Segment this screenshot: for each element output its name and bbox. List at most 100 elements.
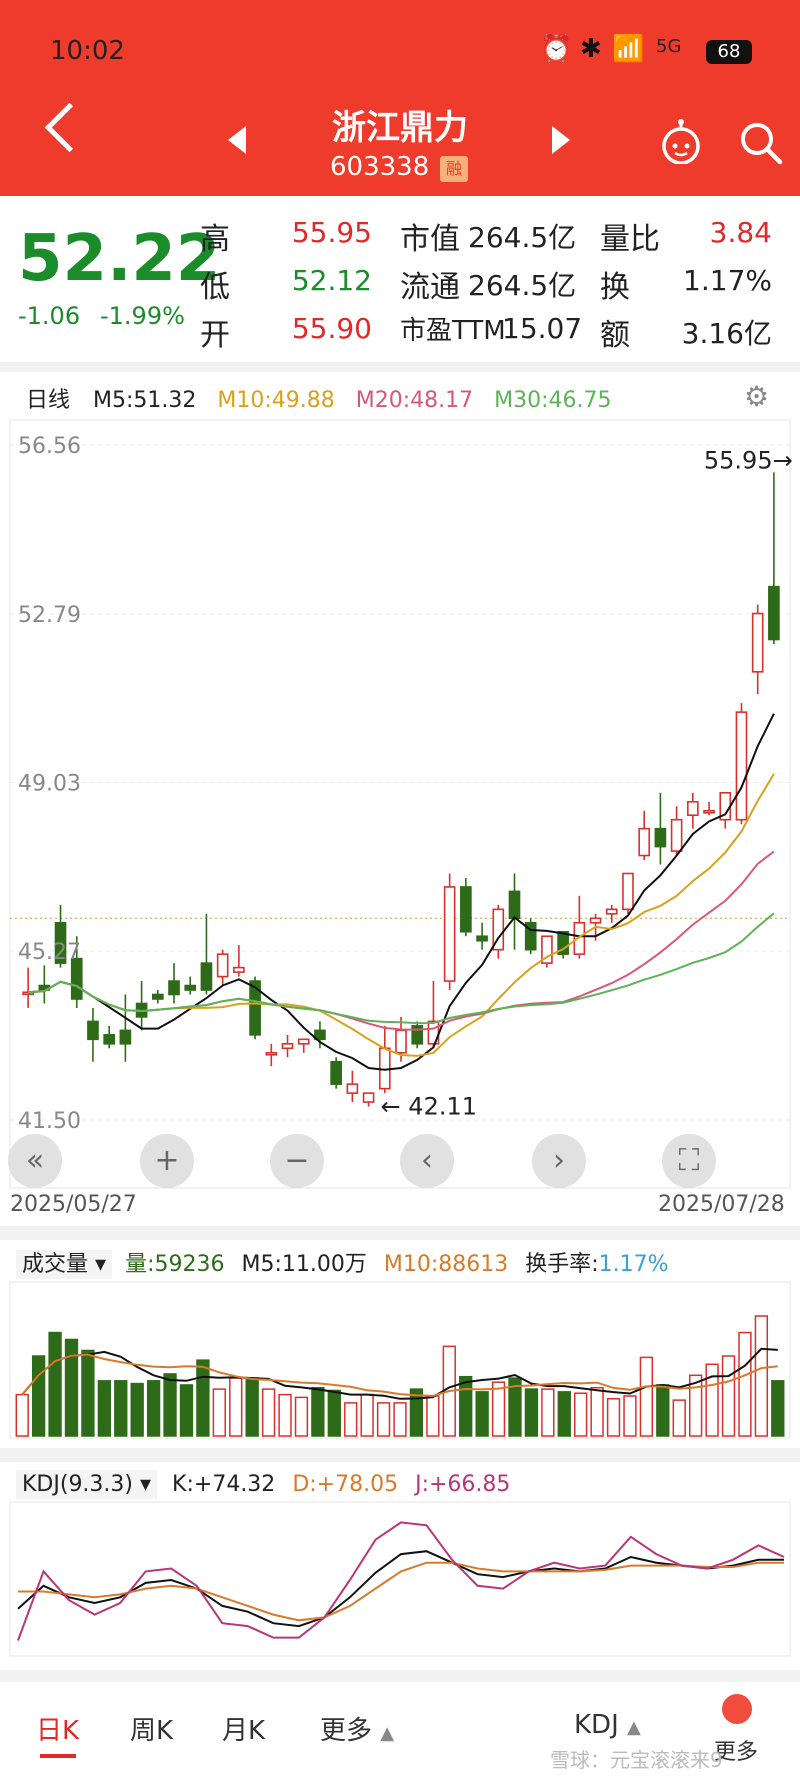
low-label: 低 [200,270,230,305]
stock-name: 浙江鼎力 [332,108,468,148]
divider [0,362,800,372]
candle-body [200,962,213,991]
tab-week-k[interactable]: 周K [130,1710,173,1747]
volume-bar [245,1377,259,1437]
candle-body [508,890,521,920]
search-icon[interactable] [738,120,784,170]
status-time: 10:02 [50,36,125,66]
kline-chart[interactable]: 56.56 52.79 49.03 45.27 41.50 55.95→ ← 42.11 [0,415,800,1190]
volume-bar [771,1380,785,1437]
price-change-percent: -1.99% [100,302,185,330]
period-label[interactable]: 日线 [26,388,70,413]
candle-body [735,711,748,821]
wifi-icon: 📶 [612,34,645,64]
pe-value: 15.07 [502,312,583,345]
candle-body [768,585,780,641]
volume-label: 成交量 [22,1252,89,1277]
start-date: 2025/05/27 [10,1192,137,1217]
volume-bar [114,1380,128,1437]
zoom-out-double-left-icon[interactable]: « [8,1134,62,1188]
kdj-indicator-select[interactable]: KDJ(9.3.3) ▾ [16,1470,158,1499]
open-value: 55.90 [291,312,372,345]
tab-indicator-kdj[interactable]: KDJ ▲ [574,1710,641,1740]
volume-bar [557,1391,571,1437]
kdj-d: D:+78.05 [292,1472,399,1497]
kdj-k: K:+74.32 [172,1472,276,1497]
candle-body [362,1092,375,1103]
active-tab-indicator [40,1754,76,1758]
caret-up-icon: ▲ [380,1723,395,1744]
candle-body [103,1034,115,1045]
divider [0,1670,800,1682]
volume-bar [130,1382,144,1437]
tab-month-k[interactable]: 月K [222,1710,265,1747]
kdj-j-line [17,1521,785,1641]
scroll-left-button[interactable]: ‹ [400,1134,454,1188]
divider [0,1226,800,1240]
scroll-right-button[interactable]: › [532,1134,586,1188]
volume-bar [475,1391,489,1437]
ma10-label: M10:49.88 [217,388,335,413]
next-stock-arrow-icon[interactable] [552,126,570,154]
bluetooth-icon: ✱ [580,34,602,64]
kdj-chart[interactable] [0,1500,800,1660]
candle-body [443,886,456,982]
mascot-icon[interactable] [656,118,706,168]
volume-chart[interactable] [0,1280,800,1440]
kdj-d-line [18,1561,784,1622]
candle-body [589,917,602,924]
caret-up-icon: ▲ [627,1717,641,1738]
ma-legend: 日线 M5:51.32 M10:49.88 M20:48.17 M30:46.7… [26,382,612,414]
candle-body [476,935,488,942]
candle-body [151,993,164,1000]
volume-bar [344,1402,358,1437]
volume-bar [672,1399,686,1437]
turnover-rate-label: 换手率: [525,1252,599,1277]
open-label: 开 [200,318,230,353]
candle-body [281,1043,294,1050]
volume-bar [31,1355,46,1437]
kdj-header: KDJ(9.3.3) ▾ K:+74.32 D:+78.05 J:+66.85 [16,1470,510,1499]
candle-body [265,1051,278,1056]
zoom-in-button[interactable]: + [140,1134,194,1188]
watermark: 雪球：元宝滚滚来9 [550,1748,723,1772]
settings-gear-icon[interactable]: ⚙ [744,380,769,413]
candle-body [654,827,667,848]
zoom-out-button[interactable]: − [270,1134,324,1188]
volume-value: 量:59236 [125,1252,225,1277]
turnover-label: 换 [600,270,630,305]
volume-bar [212,1388,226,1437]
prev-stock-arrow-icon[interactable] [228,126,246,154]
fullscreen-icon[interactable]: ⛶ [662,1134,716,1188]
tab-day-k[interactable]: 日K [36,1710,79,1747]
candle-body [233,966,245,973]
volume-bar [606,1398,621,1437]
last-price: 52.22 [18,222,221,296]
tab-more[interactable]: 更多 ▲ [320,1710,394,1747]
amount-label: 额 [600,318,630,353]
volume-bar [426,1395,440,1437]
volume-bar [294,1396,309,1437]
candle-body [670,818,683,852]
volume-bar [656,1384,670,1437]
volume-indicator-select[interactable]: 成交量 ▾ [16,1250,113,1279]
ma20-label: M20:48.17 [355,388,474,413]
volume-bar [623,1395,637,1437]
volume-m5: M5:11.00万 [241,1252,367,1277]
candle-body [751,612,764,673]
y-tick-label: 41.50 [18,1109,81,1134]
kdj-label: KDJ(9.3.3) [22,1472,133,1497]
volume-bar [639,1356,654,1437]
candle-body [346,1083,359,1094]
candle-body [460,886,472,933]
tab-kdj-label: KDJ [574,1710,619,1740]
high-label: 高 [200,222,230,257]
candle-body [216,953,229,978]
volume-bar [261,1388,276,1437]
volume-bar [229,1377,243,1437]
end-date: 2025/07/28 [658,1192,785,1217]
volume-bar [311,1386,325,1437]
volume-bar [81,1349,95,1437]
candle-body [703,809,715,814]
amount-value: 3.16亿 [681,317,772,350]
